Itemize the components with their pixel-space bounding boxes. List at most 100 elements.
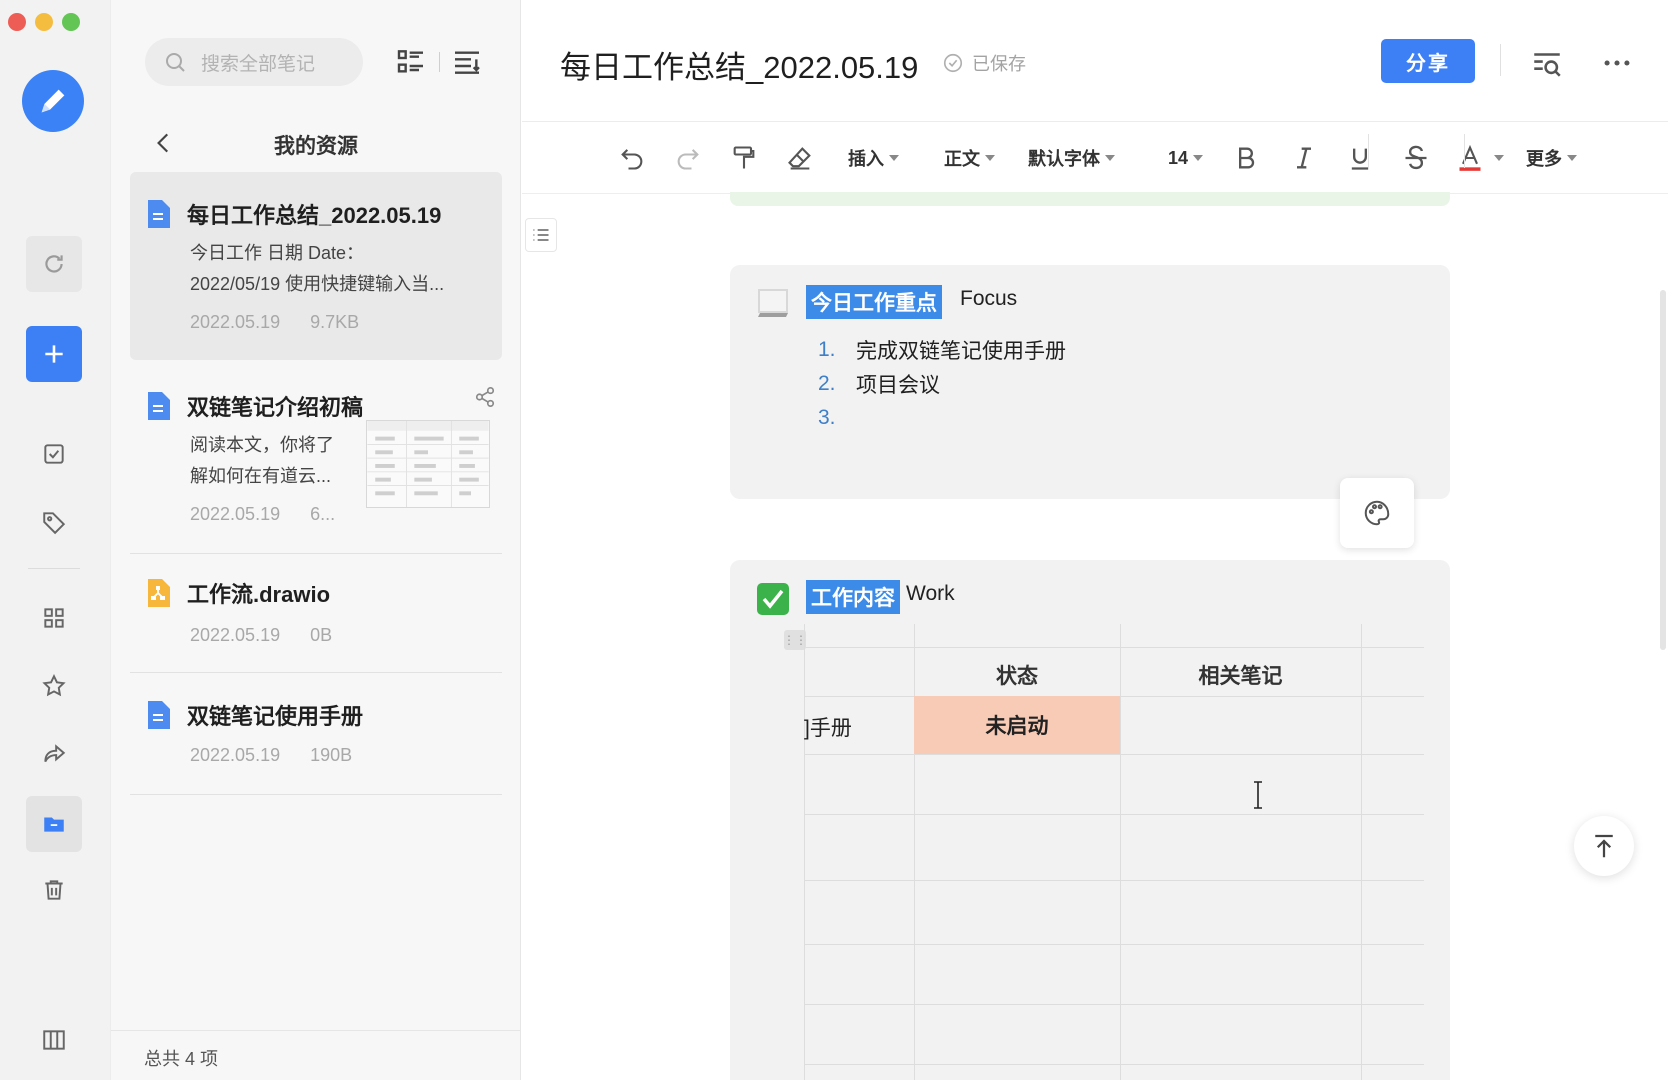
work-title-en: Work — [906, 582, 955, 605]
table-header-notes[interactable]: 相关笔记 — [1120, 660, 1361, 690]
table-cell-status[interactable]: 未启动 — [914, 696, 1120, 754]
minimize-window-button[interactable] — [35, 13, 53, 31]
outline-toggle-button[interactable] — [525, 218, 557, 252]
app-window: 搜索全部笔记 我的资源 每日工作总结_2022.05.19 今日工作 日期 Da… — [0, 0, 1668, 1080]
redo-icon — [677, 149, 699, 170]
chevron-down-icon — [1567, 155, 1577, 161]
strikethrough-button[interactable] — [1402, 142, 1430, 174]
checkbox-icon — [44, 444, 64, 464]
paragraph-style-menu[interactable]: 正文 — [944, 142, 995, 174]
text-cursor-icon — [1254, 781, 1262, 809]
apps-button[interactable] — [26, 590, 82, 646]
table-grid-line — [804, 1064, 1424, 1065]
plus-icon — [45, 345, 63, 363]
chevron-down-icon — [985, 155, 995, 161]
chevron-down-icon — [1193, 155, 1204, 161]
save-status-label: 已保存 — [972, 54, 1026, 74]
format-painter-button[interactable] — [730, 142, 758, 174]
outline-icon — [533, 229, 549, 241]
work-block[interactable]: 工作内容 Work ⋮⋮ 状态 相关笔记 ]手册 未启动 — [730, 560, 1450, 1080]
editor-header: 每日工作总结_2022.05.19 已保存 分享 — [522, 0, 1668, 122]
italic-button[interactable] — [1290, 142, 1318, 174]
font-family-menu[interactable]: 默认字体 — [1028, 142, 1115, 174]
sort-button[interactable] — [451, 46, 483, 78]
eraser-icon — [788, 147, 811, 170]
sync-button[interactable] — [26, 236, 82, 292]
table-grid-line — [804, 944, 1424, 945]
clear-format-button[interactable] — [786, 142, 814, 174]
app-logo[interactable] — [22, 70, 84, 132]
insert-menu[interactable]: 插入 — [848, 142, 899, 174]
list-item[interactable]: 双链笔记使用手册 2022.05.19 190B — [130, 675, 502, 795]
columns-icon — [43, 1030, 65, 1050]
item-title: 每日工作总结_2022.05.19 — [187, 203, 442, 228]
toggle-layout-button[interactable] — [26, 1012, 82, 1068]
tasks-button[interactable] — [26, 426, 82, 482]
share-button[interactable]: 分享 — [1381, 39, 1475, 83]
item-title: 双链笔记使用手册 — [187, 704, 364, 729]
scroll-to-top-button[interactable] — [1574, 816, 1634, 876]
more-options-icon[interactable] — [1600, 46, 1634, 80]
focus-list: 1. 完成双链笔记使用手册 2. 项目会议 3. — [818, 333, 1066, 435]
list-item[interactable]: 工作流.drawio 2022.05.19 0B — [130, 555, 502, 673]
folder-icon — [44, 817, 64, 832]
favorites-button[interactable] — [26, 658, 82, 714]
chevron-down-icon — [1105, 155, 1115, 161]
item-size: 0B — [310, 625, 333, 645]
list-view-toggle[interactable] — [395, 46, 427, 78]
list-item[interactable]: 3. — [818, 401, 1066, 435]
focus-title-en: Focus — [960, 287, 1018, 310]
redo-button[interactable] — [674, 142, 702, 174]
refresh-icon — [45, 255, 63, 273]
close-window-button[interactable] — [8, 13, 26, 31]
new-note-button[interactable] — [26, 326, 82, 382]
list-item[interactable]: 2. 项目会议 — [818, 367, 1066, 401]
font-size-menu[interactable]: 14 — [1168, 142, 1204, 174]
toolbar-divider — [1368, 134, 1369, 168]
underline-button[interactable] — [1346, 142, 1374, 174]
strikethrough-icon — [1405, 145, 1427, 170]
list-item[interactable]: 1. 完成双链笔记使用手册 — [818, 333, 1066, 367]
item-title: 双链笔记介绍初稿 — [187, 395, 364, 420]
bold-button[interactable] — [1232, 142, 1260, 174]
item-date: 2022.05.19 — [190, 312, 281, 332]
table-grid-line — [804, 814, 1424, 815]
item-title: 工作流.drawio — [187, 582, 331, 607]
notepad-icon — [758, 289, 788, 317]
item-size: 9.7KB — [310, 312, 360, 332]
share-icon[interactable] — [474, 386, 496, 408]
undo-icon — [621, 149, 643, 170]
table-grid-line — [804, 1004, 1424, 1005]
trash-button[interactable] — [26, 862, 82, 918]
item-size: 190B — [310, 745, 353, 765]
table-grid-line — [804, 624, 805, 1080]
work-table[interactable]: ⋮⋮ 状态 相关笔记 ]手册 未启动 — [784, 624, 1424, 1080]
shared-button[interactable] — [26, 726, 82, 782]
search-input[interactable]: 搜索全部笔记 — [145, 38, 363, 86]
list-item[interactable]: 每日工作总结_2022.05.19 今日工作 日期 Date： 2022/05/… — [130, 172, 502, 360]
maximize-window-button[interactable] — [62, 13, 80, 31]
doc-icon — [148, 200, 170, 228]
table-cell-task[interactable]: ]手册 — [804, 712, 852, 742]
list-number: 2. — [818, 372, 836, 395]
table-grid-line — [1120, 624, 1121, 1080]
search-icon — [166, 53, 185, 72]
focus-tag: 今日工作重点 — [806, 285, 942, 319]
tags-button[interactable] — [26, 494, 82, 550]
block-color-button[interactable] — [1340, 478, 1414, 548]
nav-rail — [0, 0, 111, 1080]
editor-scrollbar[interactable] — [1660, 290, 1666, 650]
my-resources-button[interactable] — [26, 796, 82, 852]
table-select-handle[interactable]: ⋮⋮ — [784, 630, 807, 650]
tag-icon — [43, 512, 66, 535]
more-menu[interactable]: 更多 — [1526, 142, 1577, 174]
table-header-status[interactable]: 状态 — [914, 660, 1120, 690]
list-view-icon — [397, 50, 423, 73]
find-in-doc-icon[interactable] — [1530, 46, 1564, 80]
share-arrow-icon — [44, 744, 66, 763]
sort-icon — [455, 51, 480, 74]
focus-block[interactable]: 今日工作重点 Focus 1. 完成双链笔记使用手册 2. 项目会议 3. — [730, 265, 1450, 499]
undo-button[interactable] — [618, 142, 646, 174]
document-title[interactable]: 每日工作总结_2022.05.19 — [560, 42, 918, 87]
list-item[interactable]: 双链笔记介绍初稿 阅读本文，你将了 解如何在有道云... 2022.05.19 6… — [130, 370, 502, 554]
